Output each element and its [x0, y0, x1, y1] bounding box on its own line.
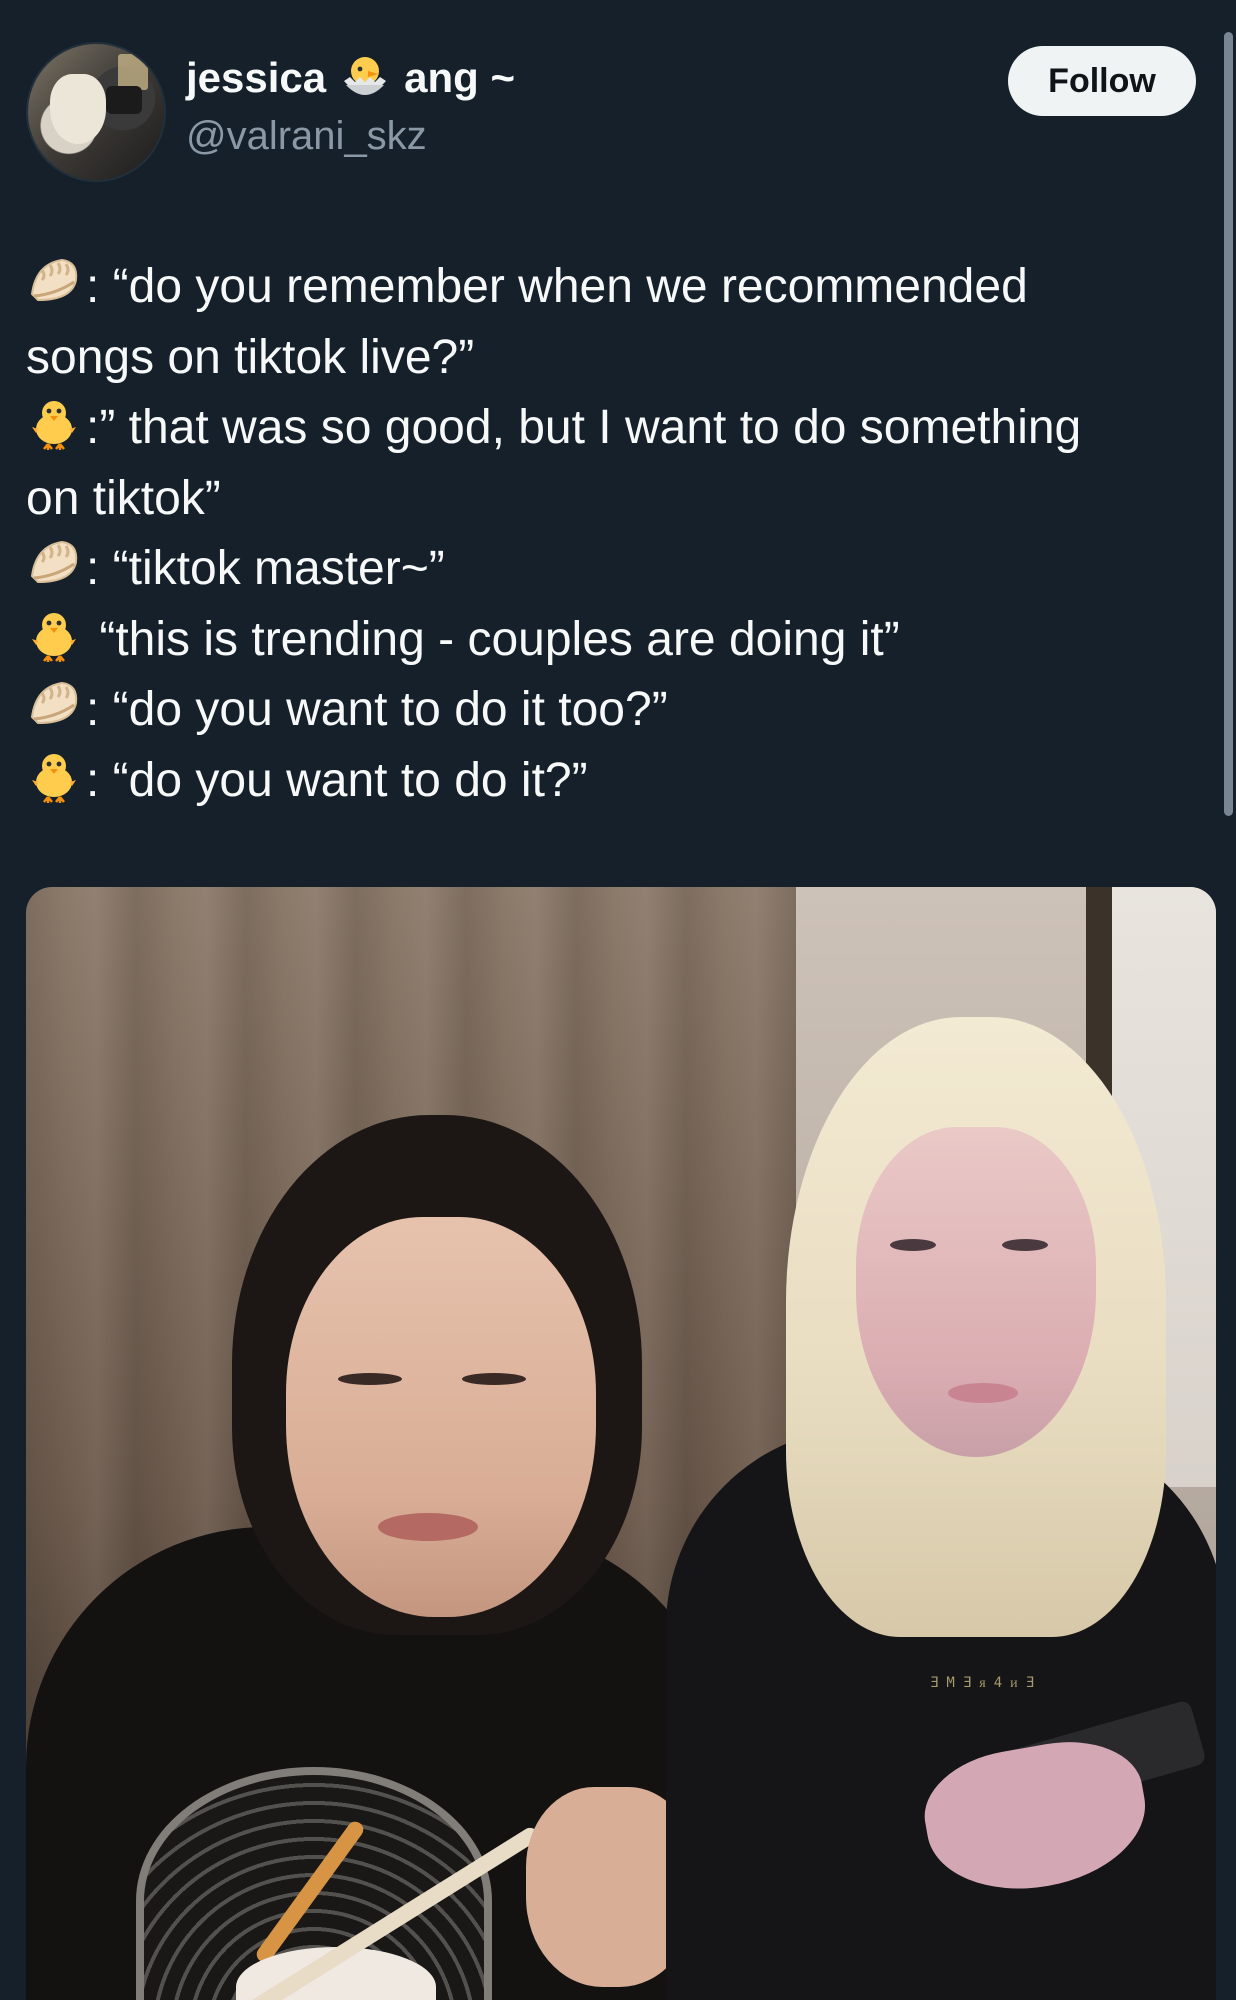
- tweet-line-text: : “do you remember when we recommended: [86, 260, 1028, 313]
- avatar[interactable]: [26, 42, 166, 182]
- avatar-frame-shape: [118, 54, 148, 90]
- avatar-camera-shape: [106, 86, 142, 114]
- tweet-line-text: :” that was so good, but I want to do so…: [86, 401, 1082, 454]
- tweet-media-image[interactable]: ƎMƎᴙ4ᴎƎ: [26, 887, 1216, 2000]
- tweet-line-text: : “tiktok master~”: [86, 542, 445, 595]
- left-person-eye: [462, 1373, 526, 1385]
- display-name-last: ang ~: [404, 54, 516, 101]
- tweet-header: jessica ang ~ @valrani_skz Follow: [26, 40, 1196, 182]
- baby-chick-icon: [26, 395, 82, 451]
- tweet-line-text: : “do you want to do it too?”: [86, 683, 668, 736]
- left-person-mouth: [378, 1513, 478, 1541]
- tweet-card: jessica ang ~ @valrani_skz Follow : “do …: [0, 0, 1236, 2000]
- right-person-eye: [890, 1239, 936, 1251]
- baby-chick-icon: [26, 748, 82, 804]
- avatar-hair-shape: [50, 74, 106, 144]
- scrollbar-thumb[interactable]: [1224, 32, 1233, 816]
- tweet-line: songs on tiktok live?”: [26, 323, 1206, 394]
- display-name[interactable]: jessica ang ~: [186, 48, 515, 108]
- dumpling-icon: [26, 536, 82, 592]
- user-handle[interactable]: @valrani_skz: [186, 108, 515, 164]
- tweet-line: : “do you remember when we recommended: [26, 252, 1206, 323]
- left-person-face: [286, 1217, 596, 1617]
- tweet-line: : “do you want to do it too?”: [26, 675, 1206, 746]
- tweet-line: : “do you want to do it?”: [26, 746, 1206, 817]
- tweet-text: : “do you remember when we recommended so…: [26, 252, 1206, 816]
- left-person-eye: [338, 1373, 402, 1385]
- right-person-mouth: [948, 1383, 1018, 1403]
- dumpling-icon: [26, 254, 82, 310]
- tweet-line: “this is trending - couples are doing it…: [26, 605, 1206, 676]
- tweet-line: :” that was so good, but I want to do so…: [26, 393, 1206, 464]
- right-person-face: [856, 1127, 1096, 1457]
- tweet-line-text: songs on tiktok live?”: [26, 330, 475, 384]
- baby-chick-icon: [26, 607, 82, 663]
- tweet-line-text: : “do you want to do it?”: [86, 753, 588, 807]
- display-name-first: jessica: [186, 54, 327, 101]
- follow-button[interactable]: Follow: [1008, 46, 1196, 116]
- tweet-line-text: on tiktok”: [26, 471, 221, 525]
- tweet-line: : “tiktok master~”: [26, 534, 1206, 605]
- user-names: jessica ang ~ @valrani_skz: [186, 48, 515, 164]
- right-person-eye: [1002, 1239, 1048, 1251]
- shirt-text: ƎMƎᴙ4ᴎƎ: [930, 1675, 1043, 1691]
- tweet-line: on tiktok”: [26, 464, 1206, 535]
- hatching-chick-icon: [338, 51, 392, 105]
- tweet-line-text: “this is trending - couples are doing it…: [86, 612, 900, 666]
- dumpling-icon: [26, 677, 82, 733]
